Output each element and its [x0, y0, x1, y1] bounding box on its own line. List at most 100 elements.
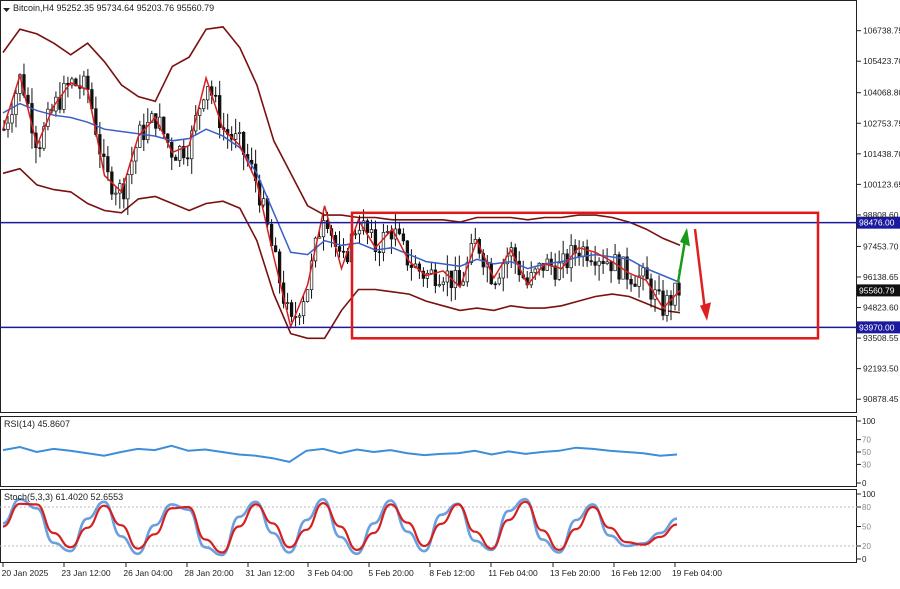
price-tick-label: 100123.65 — [863, 179, 900, 189]
candle-body — [126, 174, 130, 200]
candle-body — [261, 198, 266, 206]
time-tick-label: 23 Jan 12:00 — [61, 568, 110, 578]
stoch-tick-label: 20 — [862, 542, 871, 551]
price-tick-label: 92193.50 — [863, 364, 899, 374]
candle-body — [629, 278, 633, 285]
price-tick-label: 97453.70 — [863, 241, 899, 251]
candle-body — [585, 246, 589, 262]
candle-body — [605, 261, 609, 264]
candle-body — [429, 269, 434, 274]
candle-body — [238, 131, 242, 135]
stoch-tick-label: 80 — [862, 503, 871, 512]
candle-body — [289, 302, 294, 317]
stoch-panel — [0, 489, 857, 563]
candle-body — [114, 192, 118, 195]
time-tick-label: 28 Jan 20:00 — [184, 568, 233, 578]
candle-body — [301, 301, 306, 317]
candle-body — [389, 231, 394, 240]
candle-body — [493, 283, 497, 286]
candle-body — [625, 256, 629, 280]
price-tick-label: 106738.75 — [863, 26, 900, 36]
candle-body — [593, 261, 597, 266]
rsi-tick-label: 100 — [862, 417, 876, 426]
candle-body — [589, 260, 593, 263]
candle-body — [533, 268, 537, 273]
symbol-title: Bitcoin,H4 95252.35 95734.64 95203.76 95… — [13, 3, 214, 13]
candle-body — [214, 94, 218, 97]
price-tick-label: 104068.80 — [863, 88, 900, 98]
candle-body — [661, 290, 665, 316]
candle-body — [641, 267, 645, 277]
candle-body — [497, 277, 501, 285]
candle-body — [186, 157, 190, 160]
candle-body — [437, 284, 442, 287]
candle-body — [577, 252, 581, 257]
candle-body — [297, 315, 302, 318]
candle-body — [14, 93, 18, 115]
candle-body — [285, 302, 290, 304]
time-tick-label: 3 Feb 04:00 — [307, 568, 353, 578]
candle-body — [553, 265, 557, 280]
time-tick-label: 11 Feb 04:00 — [488, 568, 538, 578]
stoch-tick-label: 50 — [862, 523, 871, 532]
level-label: 93970.00 — [859, 322, 895, 332]
stoch-title: Stoch(5,3,3) 61.4020 52.6553 — [4, 492, 123, 502]
price-tick-label: 105423.70 — [863, 56, 900, 66]
candle-body — [6, 122, 10, 130]
time-tick-label: 5 Feb 20:00 — [368, 568, 414, 578]
candle-body — [102, 153, 106, 157]
candle-body — [234, 133, 238, 140]
price-tick-label: 102753.75 — [863, 118, 900, 128]
time-axis: 20 Jan 2025 23 Jan 12:00 26 Jan 04:00 28 Ja… — [2, 563, 722, 578]
candle-body — [341, 250, 346, 253]
rsi-tick-label: 0 — [862, 479, 867, 488]
price-axis: 106738.75 105423.70 104068.80 102753.75 1014… — [857, 26, 900, 404]
time-tick-label: 19 Feb 04:00 — [672, 568, 722, 578]
candle-body — [82, 75, 86, 89]
candle-body — [174, 156, 178, 161]
time-tick-label: 13 Feb 20:00 — [550, 568, 600, 578]
candle-body — [357, 229, 362, 235]
time-tick-label: 31 Jan 12:00 — [245, 568, 294, 578]
rsi-title: RSI(14) 45.8607 — [4, 419, 70, 429]
candle-body — [142, 124, 146, 141]
candle-body — [10, 114, 14, 124]
candle-body — [457, 270, 461, 286]
current-price-label: 95560.79 — [859, 285, 895, 295]
candle-body — [633, 283, 637, 287]
candle-body — [453, 270, 457, 289]
candle-body — [202, 99, 206, 110]
time-tick-label: 26 Jan 04:00 — [123, 568, 172, 578]
candle-body — [409, 264, 414, 268]
time-tick-label: 20 Jan 2025 — [2, 568, 49, 578]
candle-body — [397, 228, 402, 235]
candle-body — [501, 263, 505, 279]
price-tick-label: 101438.70 — [863, 149, 900, 159]
candle-body — [657, 289, 661, 292]
candle-body — [401, 233, 406, 242]
price-tick-label: 96138.65 — [863, 272, 899, 282]
price-tick-label: 90878.45 — [863, 394, 899, 404]
candle-body — [2, 128, 6, 131]
chart-canvas: 98476.0093970.0095560.79 106738.75105423… — [0, 0, 900, 578]
price-tick-label: 98808.60 — [863, 210, 899, 220]
candle-body — [86, 75, 90, 90]
candle-body — [337, 246, 342, 252]
rsi-tick-label: 50 — [862, 448, 871, 457]
stoch-tick-label: 100 — [862, 490, 876, 499]
candle-body — [369, 229, 374, 233]
rsi-tick-label: 30 — [862, 460, 871, 469]
candle-body — [353, 233, 358, 236]
candle-body — [609, 261, 613, 272]
candle-body — [601, 260, 605, 264]
candle-body — [206, 86, 210, 101]
chart-title-group: Bitcoin,H4 95252.35 95734.64 95203.76 95… — [3, 3, 214, 13]
price-tick-label: 93508.55 — [863, 333, 899, 343]
candle-body — [557, 262, 561, 280]
candle-body — [38, 147, 42, 150]
candle-body — [62, 82, 66, 110]
candle-body — [265, 198, 270, 225]
candle-body — [441, 281, 445, 285]
candle-body — [385, 231, 390, 233]
time-tick-label: 8 Feb 12:00 — [429, 568, 475, 578]
